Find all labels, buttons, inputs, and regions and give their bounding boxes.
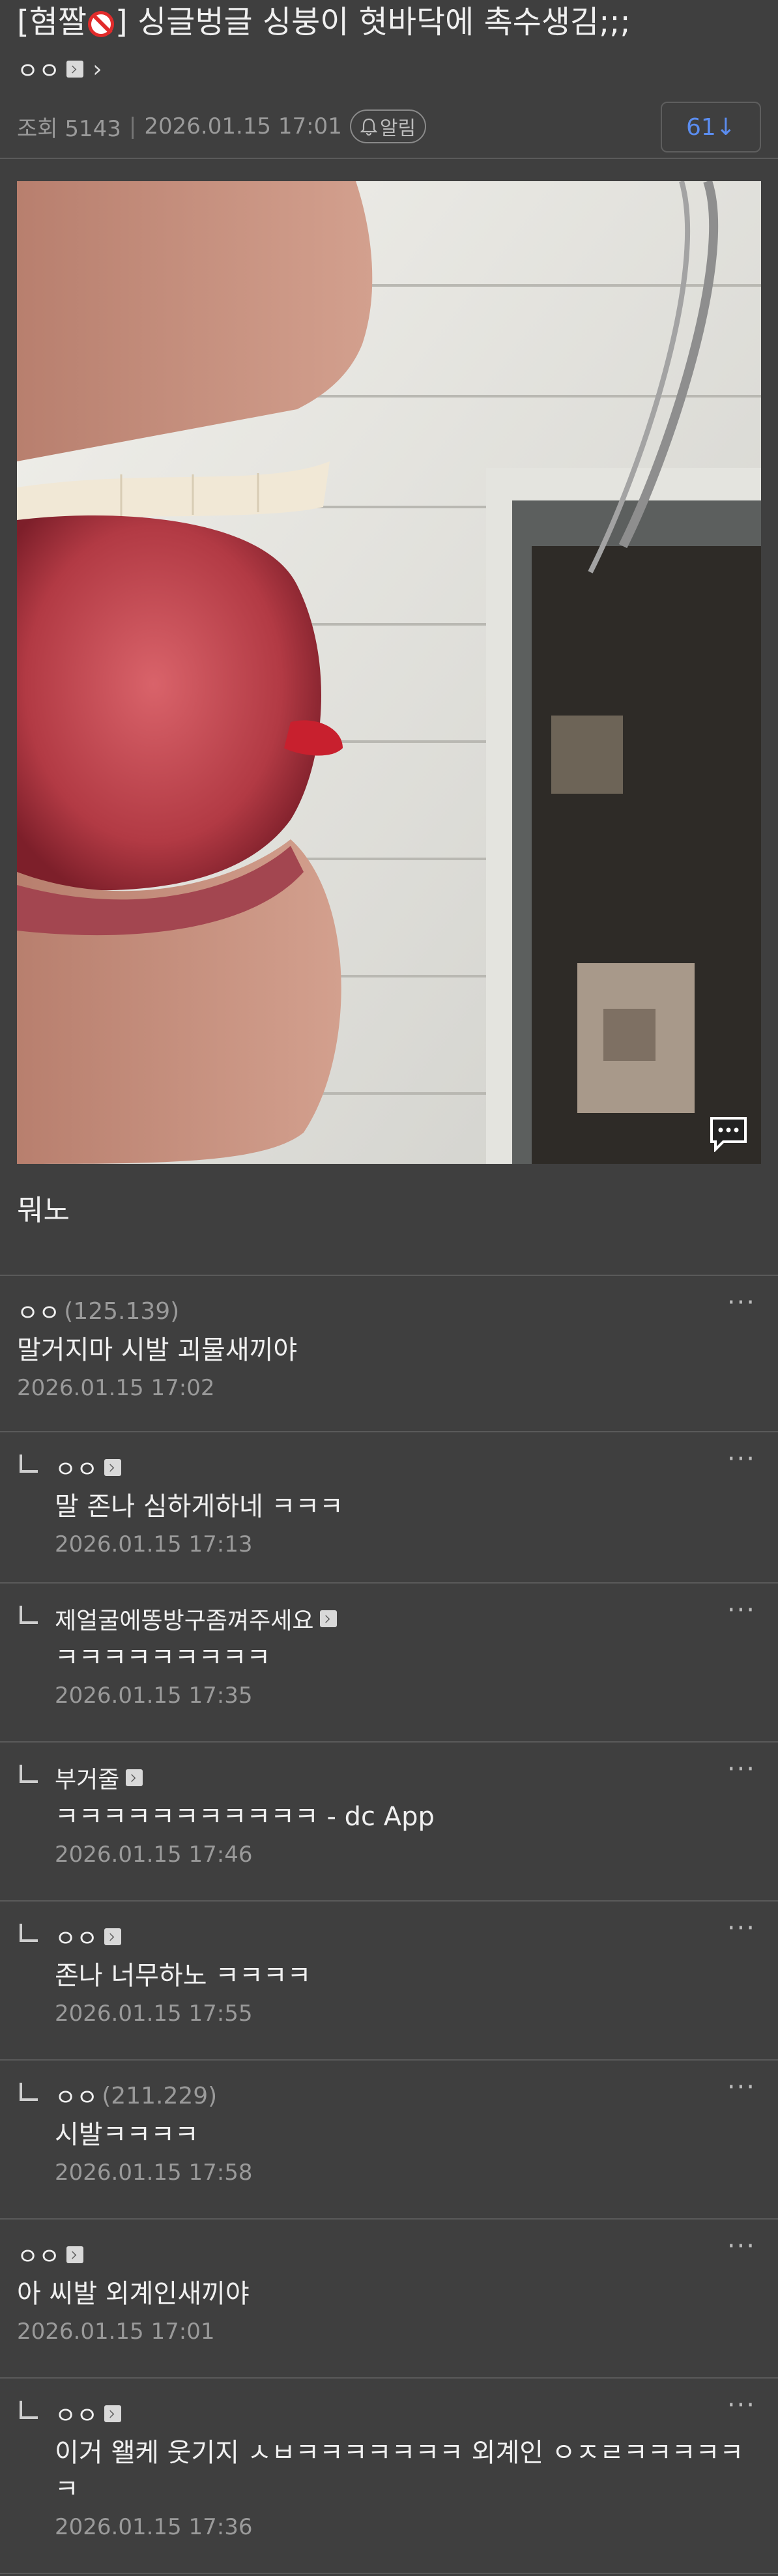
reply-item: ㅇㅇ 이거 왤케 웃기지 ㅅㅂㅋㅋㅋㅋㅋㅋㅋ 외계인 ㅇㅈㄹㅋㅋㅋㅋㅋㅋ 202… [0,2379,778,2574]
comment-ip: (211.229) [102,2082,218,2109]
comment-date: 2026.01.15 17:13 [55,1531,253,1557]
comment-author[interactable]: ㅇㅇ [55,2397,98,2431]
post-body: 뭐노 [17,1194,70,1227]
comment-text: 말 존나 심하게하네 ㅋㅋㅋ [55,1492,343,1522]
title-text: ] 싱글벙글 싱붕이 혓바닥에 촉수생김;;; [115,4,631,40]
more-icon[interactable]: ··· [727,1754,756,1784]
title-prefix: [혐짤 [17,4,87,40]
comment-date: 2026.01.15 17:02 [17,1375,215,1401]
post-header: [혐짤 ] 싱글벙글 싱붕이 혓바닥에 촉수생김;;; ㅇㅇ › 조회 5143 … [0,0,778,158]
more-icon[interactable]: ··· [727,1288,756,1318]
reply-item: ㅇㅇ 존나 너무하노 ㅋㅋㅋㅋ 2026.01.15 17:55 ··· [0,1902,778,2061]
gallog-icon[interactable] [104,1928,122,1945]
header-divider [0,158,778,159]
comment-date: 2026.01.15 17:55 [55,2001,253,2027]
comment-text: 말거지마 시발 괴물새끼야 [17,1335,298,1365]
comment-item: ㅇㅇ (125.139) 말거지마 시발 괴물새끼야 2026.01.15 17:… [0,1276,778,1432]
reply-item: ㅇㅇ 말 존나 심하게하네 ㅋㅋㅋ 2026.01.15 17:13 ··· [0,1432,778,1584]
comment-author[interactable]: 부거줄 [55,1761,119,1795]
comment-date: 2026.01.15 17:36 [55,2514,253,2540]
more-icon[interactable]: ··· [727,1595,756,1625]
more-icon[interactable]: ··· [727,2390,756,2420]
chevron-right-icon[interactable]: › [93,56,102,83]
reply-arrow-icon [20,1606,38,1624]
view-count: 조회 5143 [17,115,121,142]
alarm-label: 알림 [379,117,416,140]
comment-author[interactable]: ㅇㅇ [55,1451,98,1484]
meta-divider: | [128,113,137,139]
more-icon[interactable]: ··· [727,1913,756,1943]
gallog-icon[interactable] [66,2246,84,2263]
post-meta: 조회 5143 | 2026.01.15 17:01 알림 61↓ [17,95,761,158]
comment-text: 이거 왤케 웃기지 ㅅㅂㅋㅋㅋㅋㅋㅋㅋ 외계인 ㅇㅈㄹㅋㅋㅋㅋㅋㅋ [55,2438,744,2504]
reply-item: 제얼굴에똥방구좀껴주세요 ㅋㅋㅋㅋㅋㅋㅋㅋㅋ 2026.01.15 17:35 … [0,1584,778,1743]
gallog-icon[interactable] [320,1610,338,1627]
post-datetime: 2026.01.15 17:01 [144,113,342,139]
comment-text: 존나 너무하노 ㅋㅋㅋㅋ [55,1961,311,1991]
post-author[interactable]: ㅇㅇ [17,52,60,86]
comment-author[interactable]: ㅇㅇ [55,2079,98,2113]
more-icon[interactable]: ··· [727,1444,756,1474]
comment-list: ㅇㅇ (125.139) 말거지마 시발 괴물새끼야 2026.01.15 17:… [0,1276,778,2574]
comment-text: ㅋㅋㅋㅋㅋㅋㅋㅋㅋㅋㅋ - dc App [55,1802,435,1832]
reply-arrow-icon [20,2401,38,2419]
gallog-icon[interactable] [66,61,84,78]
no-entry-icon [88,11,115,37]
post-photo[interactable] [17,181,761,1164]
post-title: [혐짤 ] 싱글벙글 싱붕이 혓바닥에 촉수생김;;; [17,0,761,43]
comment-item: ㅇㅇ 아 씨발 외계인새끼야 2026.01.15 17:01 ··· [0,2220,778,2379]
reply-item: 부거줄 ㅋㅋㅋㅋㅋㅋㅋㅋㅋㅋㅋ - dc App 2026.01.15 17:4… [0,1743,778,1902]
reply-arrow-icon [20,1924,38,1942]
gallog-icon[interactable] [104,2405,122,2422]
more-icon[interactable]: ··· [727,2072,756,2102]
comment-author[interactable]: 제얼굴에똥방구좀껴주세요 [55,1602,313,1636]
comment-author[interactable]: ㅇㅇ [17,2238,60,2272]
comment-ip: (125.139) [64,1297,180,1325]
comment-text: 시발ㅋㅋㅋㅋ [55,2120,199,2150]
tongue-photo [17,181,761,1164]
gallog-icon[interactable] [126,1769,143,1786]
gallog-icon[interactable] [104,1459,122,1476]
reply-arrow-icon [20,1765,38,1783]
reply-arrow-icon [20,2083,38,2101]
author-row[interactable]: ㅇㅇ › [17,43,761,95]
image-comment-icon[interactable] [708,1116,749,1152]
comment-count-button[interactable]: 61↓ [661,102,761,152]
more-icon[interactable]: ··· [727,2231,756,2261]
comment-text: ㅋㅋㅋㅋㅋㅋㅋㅋㅋ [55,1643,271,1673]
comment-date: 2026.01.15 17:35 [55,1683,253,1709]
comment-author[interactable]: ㅇㅇ [17,1294,60,1328]
comment-author[interactable]: ㅇㅇ [55,1920,98,1954]
comment-date: 2026.01.15 17:01 [17,2319,215,2345]
reply-item: ㅇㅇ (211.229) 시발ㅋㅋㅋㅋ 2026.01.15 17:58 ··· [0,2061,778,2220]
alarm-button[interactable]: 알림 [349,109,427,143]
reply-arrow-icon [20,1454,38,1473]
comment-date: 2026.01.15 17:58 [55,2160,253,2186]
comment-date: 2026.01.15 17:46 [55,1842,253,1868]
bell-icon [360,118,377,136]
comment-text: 아 씨발 외계인새끼야 [17,2279,250,2309]
